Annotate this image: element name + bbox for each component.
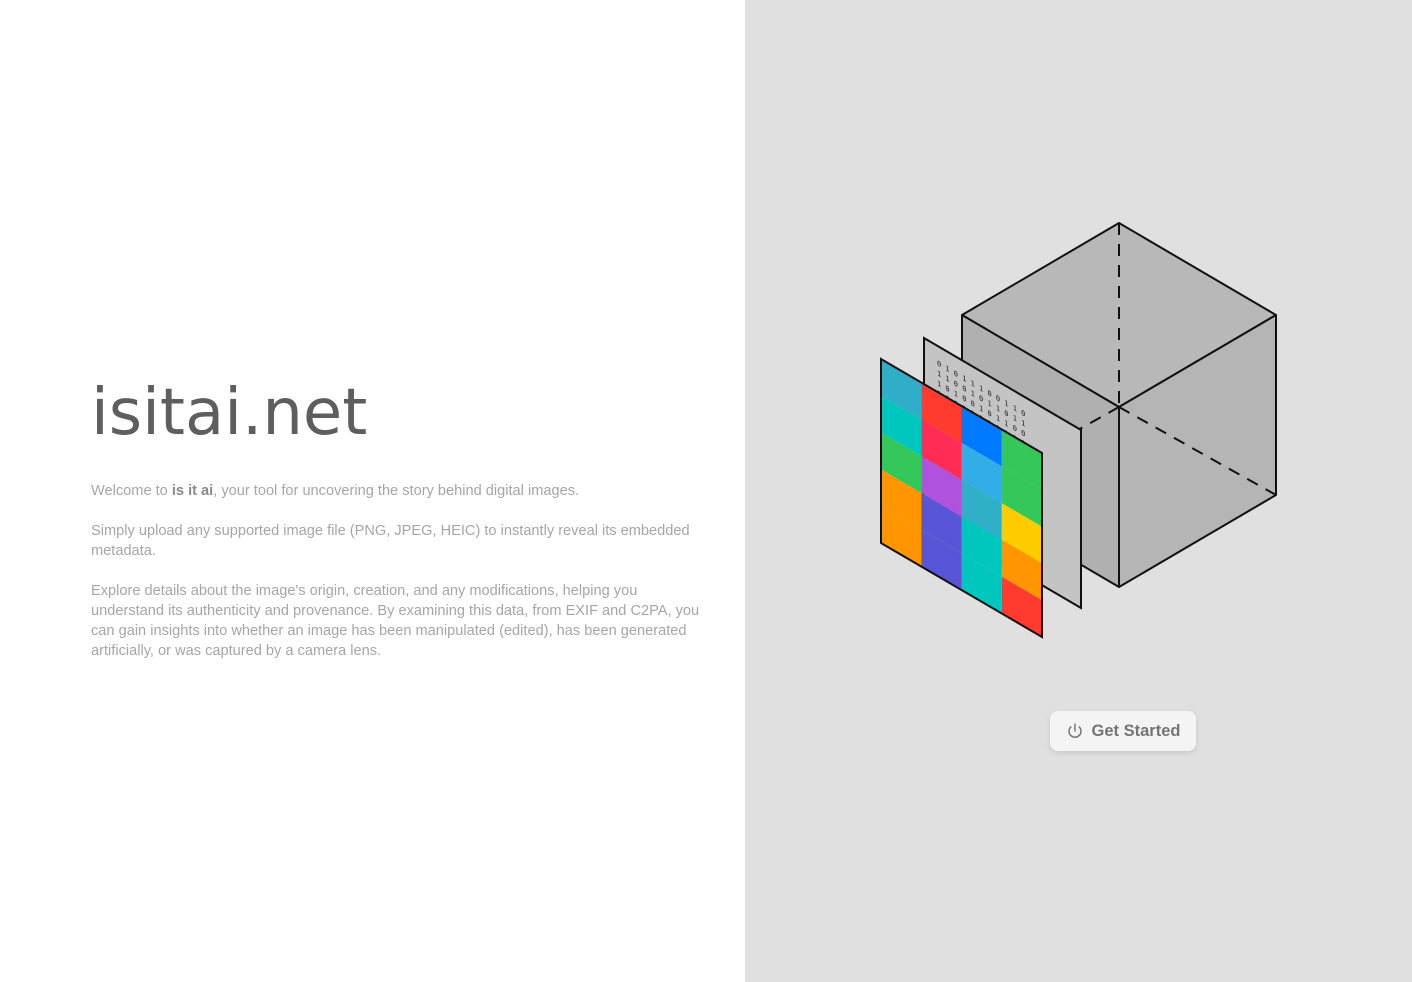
intro-paragraph-upload: Simply upload any supported image file (…: [91, 523, 690, 559]
intro-paragraph-welcome: Welcome to is it ai, your tool for uncov…: [91, 481, 711, 501]
brand-name: is it ai: [171, 483, 214, 499]
intro-paragraph-explore: Explore details about the image's origin…: [91, 583, 700, 659]
cube-illustration: 0 1 0 1 1 1 0 0 1 1 01 1 0 0 1 0 1 1 0 1…: [880, 222, 1277, 639]
power-icon: [1067, 723, 1082, 738]
get-started-label: Get Started: [1091, 721, 1181, 740]
get-started-button[interactable]: Get Started: [1050, 711, 1196, 751]
intro-welcome-text: Welcome to: [91, 483, 172, 499]
site-title: isitai.net: [91, 376, 368, 450]
intro-text: Welcome to is it ai, your tool for uncov…: [91, 481, 711, 681]
intro-welcome-rest: , your tool for uncovering the story beh…: [213, 483, 580, 499]
left-pane: isitai.net Welcome to is it ai, your too…: [0, 0, 745, 982]
